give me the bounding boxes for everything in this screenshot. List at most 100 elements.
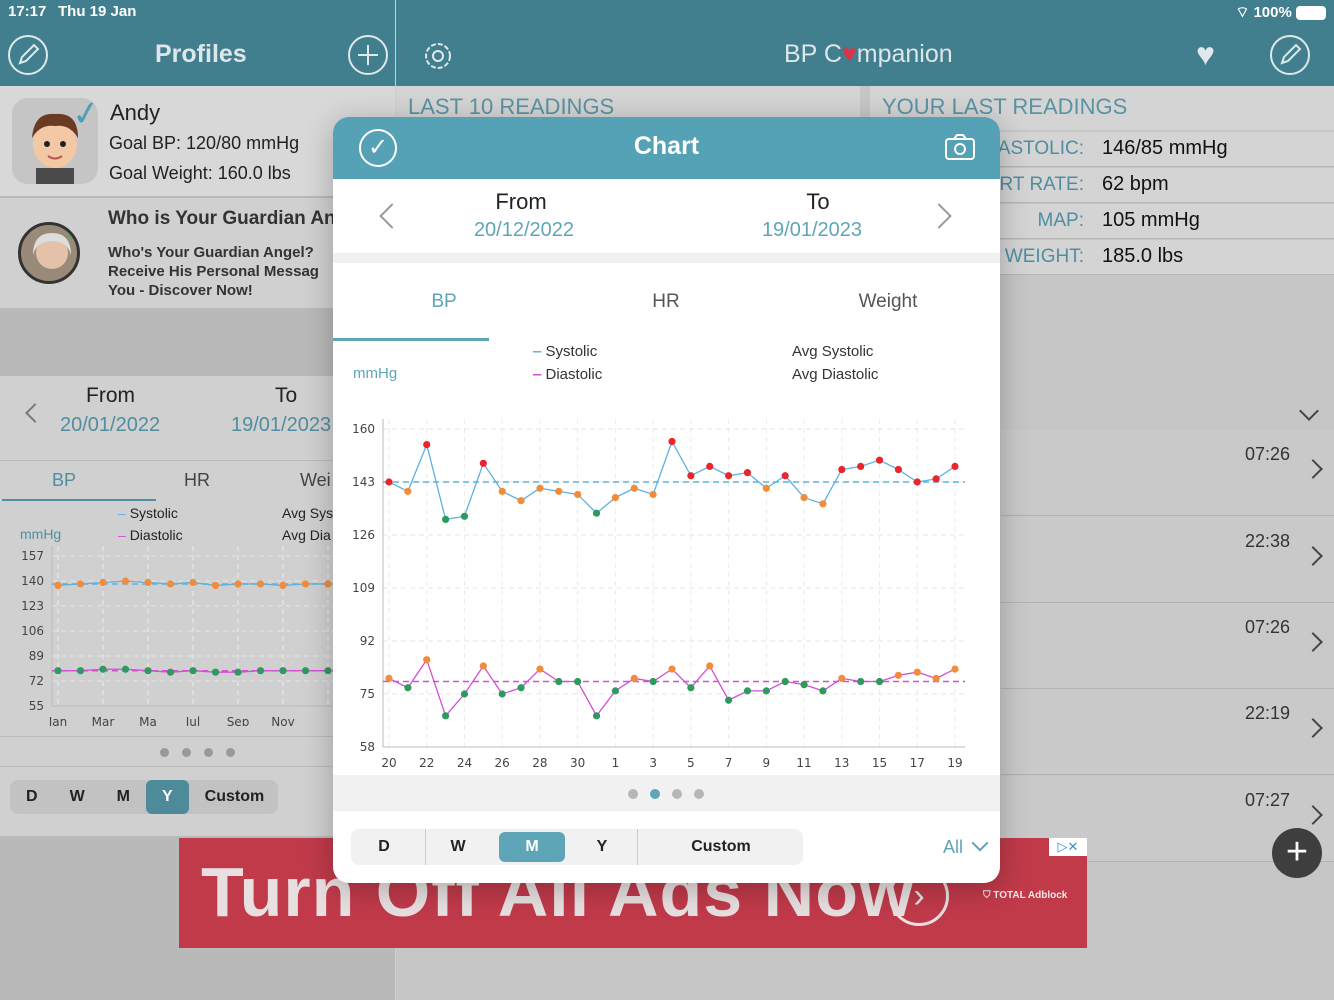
ad-choices-close-icon[interactable]: ▷✕ <box>1049 838 1087 856</box>
systolic-point <box>536 484 544 492</box>
systolic-point <box>423 440 431 449</box>
from-date[interactable]: 20/12/2022 <box>451 219 597 242</box>
diastolic-point <box>838 674 846 683</box>
diastolic-point <box>781 677 789 686</box>
left-seg-d[interactable]: D <box>10 780 54 814</box>
systolic-point <box>555 487 563 495</box>
seg-w[interactable]: W <box>425 829 491 865</box>
add-reading-button[interactable]: + <box>1272 828 1322 878</box>
x-tick-label: 11 <box>796 756 811 770</box>
left-legend-avg-dia: Avg Dia <box>282 527 331 543</box>
legend-avg-diastolic: Avg Diastolic <box>792 366 879 383</box>
tab-hr[interactable]: HR <box>555 291 777 313</box>
list-item[interactable]: 22:19 <box>1001 689 1334 775</box>
seg-custom[interactable]: Custom <box>651 829 791 865</box>
systolic-point <box>189 578 197 587</box>
reading-label-hr: ART RATE: <box>986 174 1084 195</box>
left-from-label: From <box>86 384 135 407</box>
y-tick-label: 160 <box>352 422 375 436</box>
systolic-point <box>687 472 695 480</box>
seg-y[interactable]: Y <box>569 829 635 865</box>
seg-d[interactable]: D <box>351 829 417 865</box>
next-range-chevron-icon[interactable] <box>926 203 952 229</box>
systolic-point <box>668 437 676 446</box>
legend-diastolic-label: Diastolic <box>545 366 603 383</box>
y-tick-label: 92 <box>360 634 375 648</box>
profile-goal-bp: Goal BP: 120/80 mmHg <box>109 133 300 153</box>
promo-title: Who is Your Guardian An <box>108 208 336 229</box>
page-dot-active[interactable] <box>650 789 660 799</box>
reading-label-weight: WEIGHT: <box>1004 246 1084 267</box>
x-tick-label: 9 <box>763 756 771 770</box>
tab-bp[interactable]: BP <box>333 291 555 313</box>
chart-modal-header: ✓ Chart <box>333 117 1000 179</box>
seg-separator <box>637 829 638 865</box>
diastolic-point <box>121 665 130 673</box>
settings-gear-icon[interactable] <box>420 38 456 74</box>
list-item[interactable]: 07:26 <box>1001 430 1334 516</box>
expand-chevron-icon[interactable] <box>1299 401 1319 421</box>
ad-brand-label: TOTAL Adblock <box>993 890 1068 901</box>
camera-icon[interactable] <box>944 133 976 161</box>
y-tick-label: 157 <box>21 549 44 563</box>
date-divider <box>333 253 1000 263</box>
left-seg-custom[interactable]: Custom <box>189 780 281 814</box>
y-tick-label: 72 <box>29 674 44 688</box>
left-legend-diastolic-label: Diastolic <box>129 527 183 543</box>
left-seg-y[interactable]: Y <box>146 780 189 814</box>
diastolic-point <box>932 674 940 683</box>
list-item[interactable]: 22:38 <box>1001 517 1334 603</box>
diastolic-point <box>536 665 544 673</box>
diastolic-point <box>894 671 903 679</box>
page-dot[interactable] <box>628 789 638 799</box>
diastolic-point <box>687 684 695 692</box>
chevron-right-icon <box>1303 546 1323 566</box>
left-bp-chart: 55 72 89 106 123 140 157 Jan Mar Ma Jul Sep Nov <box>21 546 338 726</box>
prev-range-chevron-icon[interactable] <box>379 203 405 229</box>
legend-avg-systolic: Avg Systolic <box>792 343 874 360</box>
left-legend-diastolic: ‒ Diastolic <box>118 527 183 543</box>
x-tick-label: 13 <box>834 756 849 770</box>
tab-weight[interactable]: Weight <box>777 291 999 313</box>
y-tick-label: 143 <box>352 475 375 489</box>
systolic-point <box>838 465 846 474</box>
left-from-value: 20/01/2022 <box>60 414 161 436</box>
legend-diastolic: ‒ Diastolic <box>533 366 603 383</box>
left-tab-hr[interactable]: HR <box>184 470 210 491</box>
systolic-point <box>781 472 789 480</box>
chevron-right-icon <box>1303 718 1323 738</box>
add-profile-icon[interactable] <box>348 35 388 75</box>
diastolic-point <box>951 665 959 673</box>
page-dot[interactable] <box>672 789 682 799</box>
systolic-point <box>256 580 265 588</box>
left-tab-weight[interactable]: Wei <box>300 470 331 491</box>
edit-profiles-icon[interactable] <box>8 35 48 75</box>
left-tab-bp[interactable]: BP <box>52 470 76 491</box>
profile-goal-weight: Goal Weight: 160.0 lbs <box>109 163 291 183</box>
promo-avatar <box>18 222 80 284</box>
systolic-point <box>166 580 175 588</box>
y-tick-label: 126 <box>352 528 375 542</box>
systolic-point <box>743 469 752 477</box>
diastolic-point <box>611 687 619 695</box>
filter-all-dropdown[interactable]: All <box>943 834 989 858</box>
x-tick-label: Mar <box>92 715 115 726</box>
profile-name: Andy <box>110 100 161 125</box>
seg-m[interactable]: M <box>499 832 565 862</box>
left-prev-chevron-icon[interactable] <box>25 403 45 423</box>
left-page-dots <box>160 744 235 762</box>
chart-modal-title: Chart <box>633 132 700 160</box>
page-dot[interactable] <box>694 789 704 799</box>
heart-handshake-icon[interactable]: ♥ <box>1196 36 1236 72</box>
diastolic-point <box>913 668 921 676</box>
to-date[interactable]: 19/01/2023 <box>739 219 885 242</box>
list-item[interactable]: 07:26 <box>1001 603 1334 689</box>
left-seg-w[interactable]: W <box>54 780 101 814</box>
diastolic-point <box>555 677 563 686</box>
edit-readings-icon[interactable] <box>1270 35 1310 75</box>
systolic-point <box>479 459 487 467</box>
left-period-segment: D W M Y Custom <box>10 780 278 814</box>
left-seg-m[interactable]: M <box>101 780 146 814</box>
diastolic-point <box>762 687 770 695</box>
diastolic-point <box>668 665 676 673</box>
